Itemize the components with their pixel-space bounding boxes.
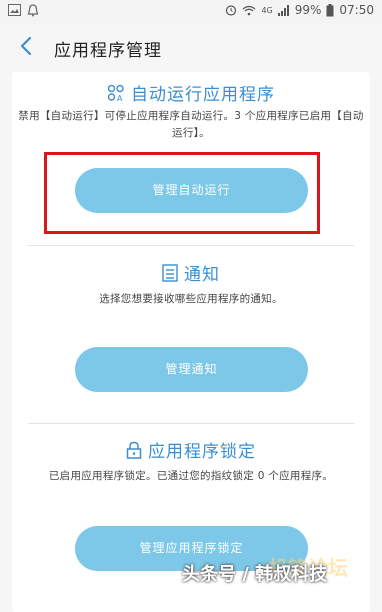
alarm-icon xyxy=(226,5,237,16)
notifications-heading: 通知 xyxy=(0,260,382,285)
notifications-description: 选择您想要接收哪些应用程序的通知。 xyxy=(99,293,283,305)
app-bar: 应用程序管理 xyxy=(0,24,382,70)
source-watermark: 头条号 / 韩叔科技 xyxy=(182,564,328,585)
gallery-icon xyxy=(8,4,21,16)
back-arrow-icon[interactable] xyxy=(16,34,38,58)
clock: 07:50 xyxy=(339,3,374,17)
app-lock-description: 已启用应用程序锁定。已通过您的指纹锁定 0 个应用程序。 xyxy=(48,470,334,482)
auto-run-description: 禁用【自动运行】可停止应用程序自动运行。3 个应用程序已启用【自动运行】。 xyxy=(18,110,364,139)
app-lock-heading-label: 应用程序锁定 xyxy=(148,442,256,462)
manage-auto-run-button[interactable]: 管理自动运行 xyxy=(75,168,308,213)
app-grid-icon: A xyxy=(107,84,124,102)
app-lock-heading: 应用程序锁定 xyxy=(0,437,382,462)
wifi-icon xyxy=(243,5,256,15)
network-type: 4G xyxy=(261,5,273,15)
status-bar: 4G 99% 07:50 xyxy=(0,0,382,24)
divider xyxy=(28,423,354,424)
notification-list-icon xyxy=(162,263,178,282)
svg-text:A: A xyxy=(117,94,123,102)
auto-run-heading-label: 自动运行应用程序 xyxy=(131,85,275,105)
manage-notifications-button[interactable]: 管理通知 xyxy=(75,347,308,392)
auto-run-heading: A 自动运行应用程序 xyxy=(0,80,382,105)
battery-icon xyxy=(326,3,334,16)
notification-bell-icon xyxy=(27,4,39,17)
battery-percent: 99% xyxy=(294,3,322,17)
notifications-heading-label: 通知 xyxy=(184,265,220,285)
divider xyxy=(28,245,354,246)
lock-icon xyxy=(126,441,142,459)
page-title: 应用程序管理 xyxy=(54,41,162,61)
signal-icon xyxy=(277,4,289,16)
